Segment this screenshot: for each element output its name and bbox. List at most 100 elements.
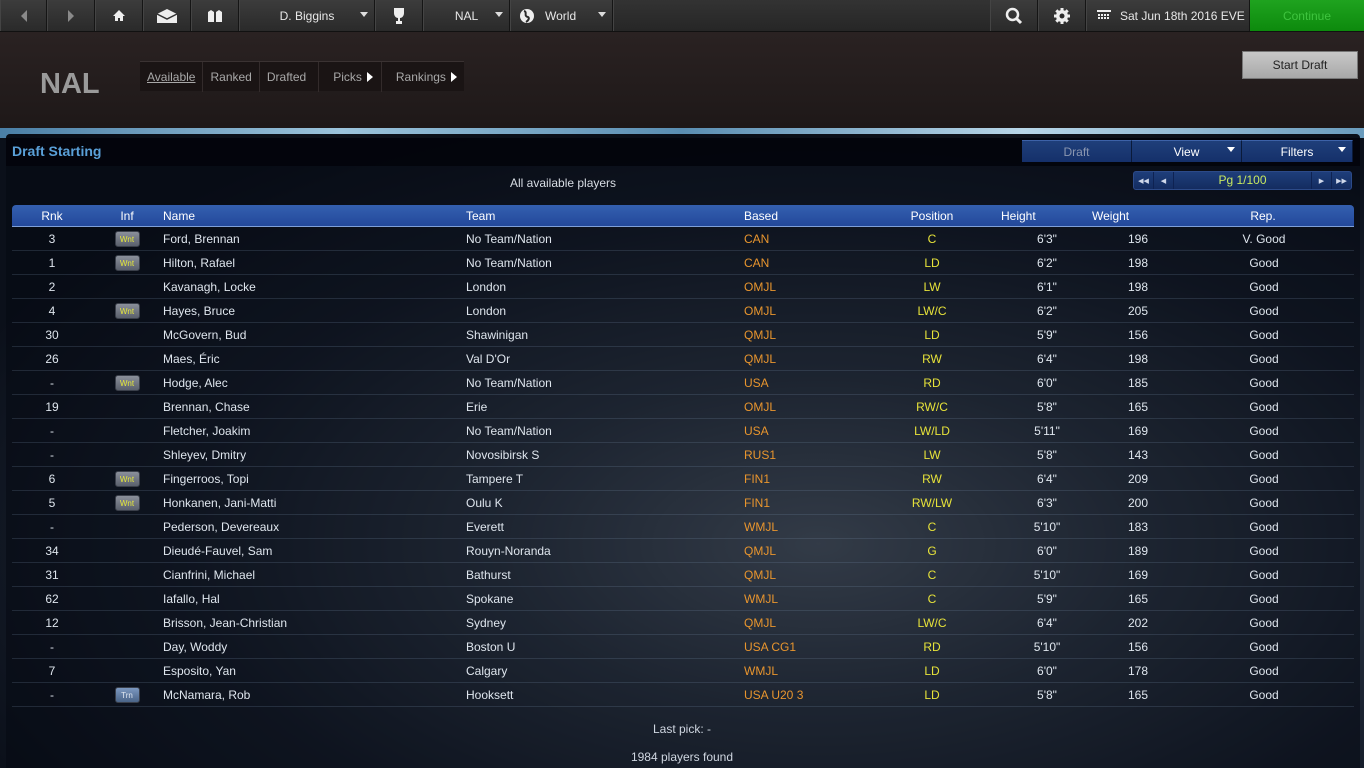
back-button[interactable] [0,0,47,31]
column-header-inf[interactable]: Inf [92,209,162,223]
tab-available[interactable]: Available [140,62,204,92]
cell-team[interactable]: Sydney [466,616,743,630]
table-row[interactable]: 62 Iafallo, Hal Spokane WMJL C 5'9" 165 Good [12,587,1354,611]
wanted-badge[interactable]: Wnt [114,254,140,271]
tab-drafted[interactable]: Drafted [260,62,320,92]
cell-name[interactable]: Esposito, Yan [162,664,466,678]
table-row[interactable]: 31 Cianfrini, Michael Bathurst QMJL C 5'10" 16… [12,563,1354,587]
tab-ranked[interactable]: Ranked [203,62,260,92]
cell-team[interactable]: Spokane [466,592,743,606]
draft-button[interactable]: Draft [1022,140,1132,162]
table-row[interactable]: 7 Esposito, Yan Calgary WMJL LD 6'0" 178 Good [12,659,1354,683]
table-row[interactable]: - Day, Woddy Boston U USA CG1 RD 5'10" 156 Good [12,635,1354,659]
cell-name[interactable]: Honkanen, Jani-Matti [162,496,466,510]
cell-team[interactable]: Hooksett [466,688,743,702]
cell-team[interactable]: No Team/Nation [466,376,743,390]
table-row[interactable]: 4 Wnt Hayes, Bruce London OMJL LW/C 6'2" 205 Goo… [12,299,1354,323]
table-row[interactable]: 3 Wnt Ford, Brennan No Team/Nation CAN C 6'3" 1… [12,227,1354,251]
table-row[interactable]: 5 Wnt Honkanen, Jani-Matti Oulu K FIN1 RW/LW 6… [12,491,1354,515]
table-row[interactable]: 2 Kavanagh, Locke London OMJL LW 6'1" 198 Good [12,275,1354,299]
cell-name[interactable]: McGovern, Bud [162,328,466,342]
transfer-badge[interactable]: Trn [114,686,140,703]
cell-name[interactable]: Day, Woddy [162,640,466,654]
cell-team[interactable]: Everett [466,520,743,534]
tab-rankings[interactable]: Rankings [382,62,464,92]
cell-team[interactable]: Tampere T [466,472,743,486]
prev-page-button[interactable]: ◀ [1154,172,1174,189]
cell-name[interactable]: McNamara, Rob [162,688,466,702]
home-button[interactable] [95,0,143,31]
cell-team[interactable]: No Team/Nation [466,424,743,438]
search-button[interactable] [990,0,1038,31]
table-row[interactable]: 34 Dieudé-Fauvel, Sam Rouyn-Noranda QMJL G 6'… [12,539,1354,563]
cell-name[interactable]: Brisson, Jean-Christian [162,616,466,630]
forward-button[interactable] [47,0,95,31]
league-dropdown[interactable]: NAL [423,0,510,31]
trophy-button[interactable] [375,0,423,31]
date-button[interactable]: Sat Jun 18th 2016 EVE [1086,0,1250,31]
wanted-badge[interactable]: Wnt [114,230,140,247]
table-row[interactable]: 26 Maes, Éric Val D'Or QMJL RW 6'4" 198 Good [12,347,1354,371]
column-header-weight[interactable]: Weight [1081,209,1195,223]
cell-team[interactable]: No Team/Nation [466,232,743,246]
cell-name[interactable]: Brennan, Chase [162,400,466,414]
manager-dropdown[interactable]: D. Biggins [239,0,375,31]
squad-button[interactable] [191,0,239,31]
table-row[interactable]: 30 McGovern, Bud Shawinigan QMJL LD 5'9" 156 Go… [12,323,1354,347]
cell-name[interactable]: Ford, Brennan [162,232,466,246]
column-header-based[interactable]: Based [743,209,873,223]
table-row[interactable]: - Trn McNamara, Rob Hooksett USA U20 3 LD 5'8"… [12,683,1354,707]
filters-dropdown[interactable]: Filters [1242,140,1353,162]
table-row[interactable]: 19 Brennan, Chase Erie OMJL RW/C 5'8" 165 Good [12,395,1354,419]
column-header-position[interactable]: Position [873,209,991,223]
cell-team[interactable]: No Team/Nation [466,256,743,270]
first-page-button[interactable]: ◀◀ [1134,172,1154,189]
cell-name[interactable]: Cianfrini, Michael [162,568,466,582]
cell-team[interactable]: Bathurst [466,568,743,582]
column-header-height[interactable]: Height [991,209,1081,223]
next-page-button[interactable]: ▶ [1311,172,1331,189]
table-row[interactable]: - Pederson, Devereaux Everett WMJL C 5'10" 183… [12,515,1354,539]
wanted-badge[interactable]: Wnt [114,494,140,511]
cell-team[interactable]: Val D'Or [466,352,743,366]
wanted-badge[interactable]: Wnt [114,470,140,487]
inbox-button[interactable] [143,0,191,31]
start-draft-button[interactable]: Start Draft [1242,51,1358,79]
cell-name[interactable]: Shleyev, Dmitry [162,448,466,462]
table-row[interactable]: 1 Wnt Hilton, Rafael No Team/Nation CAN LD 6'2… [12,251,1354,275]
cell-team[interactable]: London [466,280,743,294]
settings-button[interactable] [1038,0,1086,31]
cell-name[interactable]: Iafallo, Hal [162,592,466,606]
view-dropdown[interactable]: View [1132,140,1242,162]
table-row[interactable]: - Shleyev, Dmitry Novosibirsk S RUS1 LW 5'8" 1… [12,443,1354,467]
table-row[interactable]: 6 Wnt Fingerroos, Topi Tampere T FIN1 RW 6'4" 2… [12,467,1354,491]
cell-name[interactable]: Kavanagh, Locke [162,280,466,294]
last-page-button[interactable]: ▶▶ [1331,172,1351,189]
cell-team[interactable]: Calgary [466,664,743,678]
table-row[interactable]: - Wnt Hodge, Alec No Team/Nation USA RD 6'0" 18… [12,371,1354,395]
cell-name[interactable]: Fletcher, Joakim [162,424,466,438]
wanted-badge[interactable]: Wnt [114,302,140,319]
column-header-rep[interactable]: Rep. [1195,209,1315,223]
cell-team[interactable]: Erie [466,400,743,414]
cell-name[interactable]: Dieudé-Fauvel, Sam [162,544,466,558]
cell-team[interactable]: Boston U [466,640,743,654]
column-header-name[interactable]: Name [162,209,466,223]
table-row[interactable]: 12 Brisson, Jean-Christian Sydney QMJL LW/C 6… [12,611,1354,635]
cell-team[interactable]: Oulu K [466,496,743,510]
cell-team[interactable]: Novosibirsk S [466,448,743,462]
cell-name[interactable]: Maes, Éric [162,352,466,366]
tab-picks[interactable]: Picks [319,62,382,92]
continue-button[interactable]: Continue [1250,0,1364,31]
cell-name[interactable]: Hodge, Alec [162,376,466,390]
column-header-team[interactable]: Team [466,209,743,223]
column-header-rnk[interactable]: Rnk [12,209,92,223]
cell-name[interactable]: Fingerroos, Topi [162,472,466,486]
cell-name[interactable]: Pederson, Devereaux [162,520,466,534]
cell-name[interactable]: Hayes, Bruce [162,304,466,318]
wanted-badge[interactable]: Wnt [114,374,140,391]
cell-team[interactable]: Rouyn-Noranda [466,544,743,558]
cell-team[interactable]: London [466,304,743,318]
table-row[interactable]: - Fletcher, Joakim No Team/Nation USA LW/LD 5… [12,419,1354,443]
cell-team[interactable]: Shawinigan [466,328,743,342]
